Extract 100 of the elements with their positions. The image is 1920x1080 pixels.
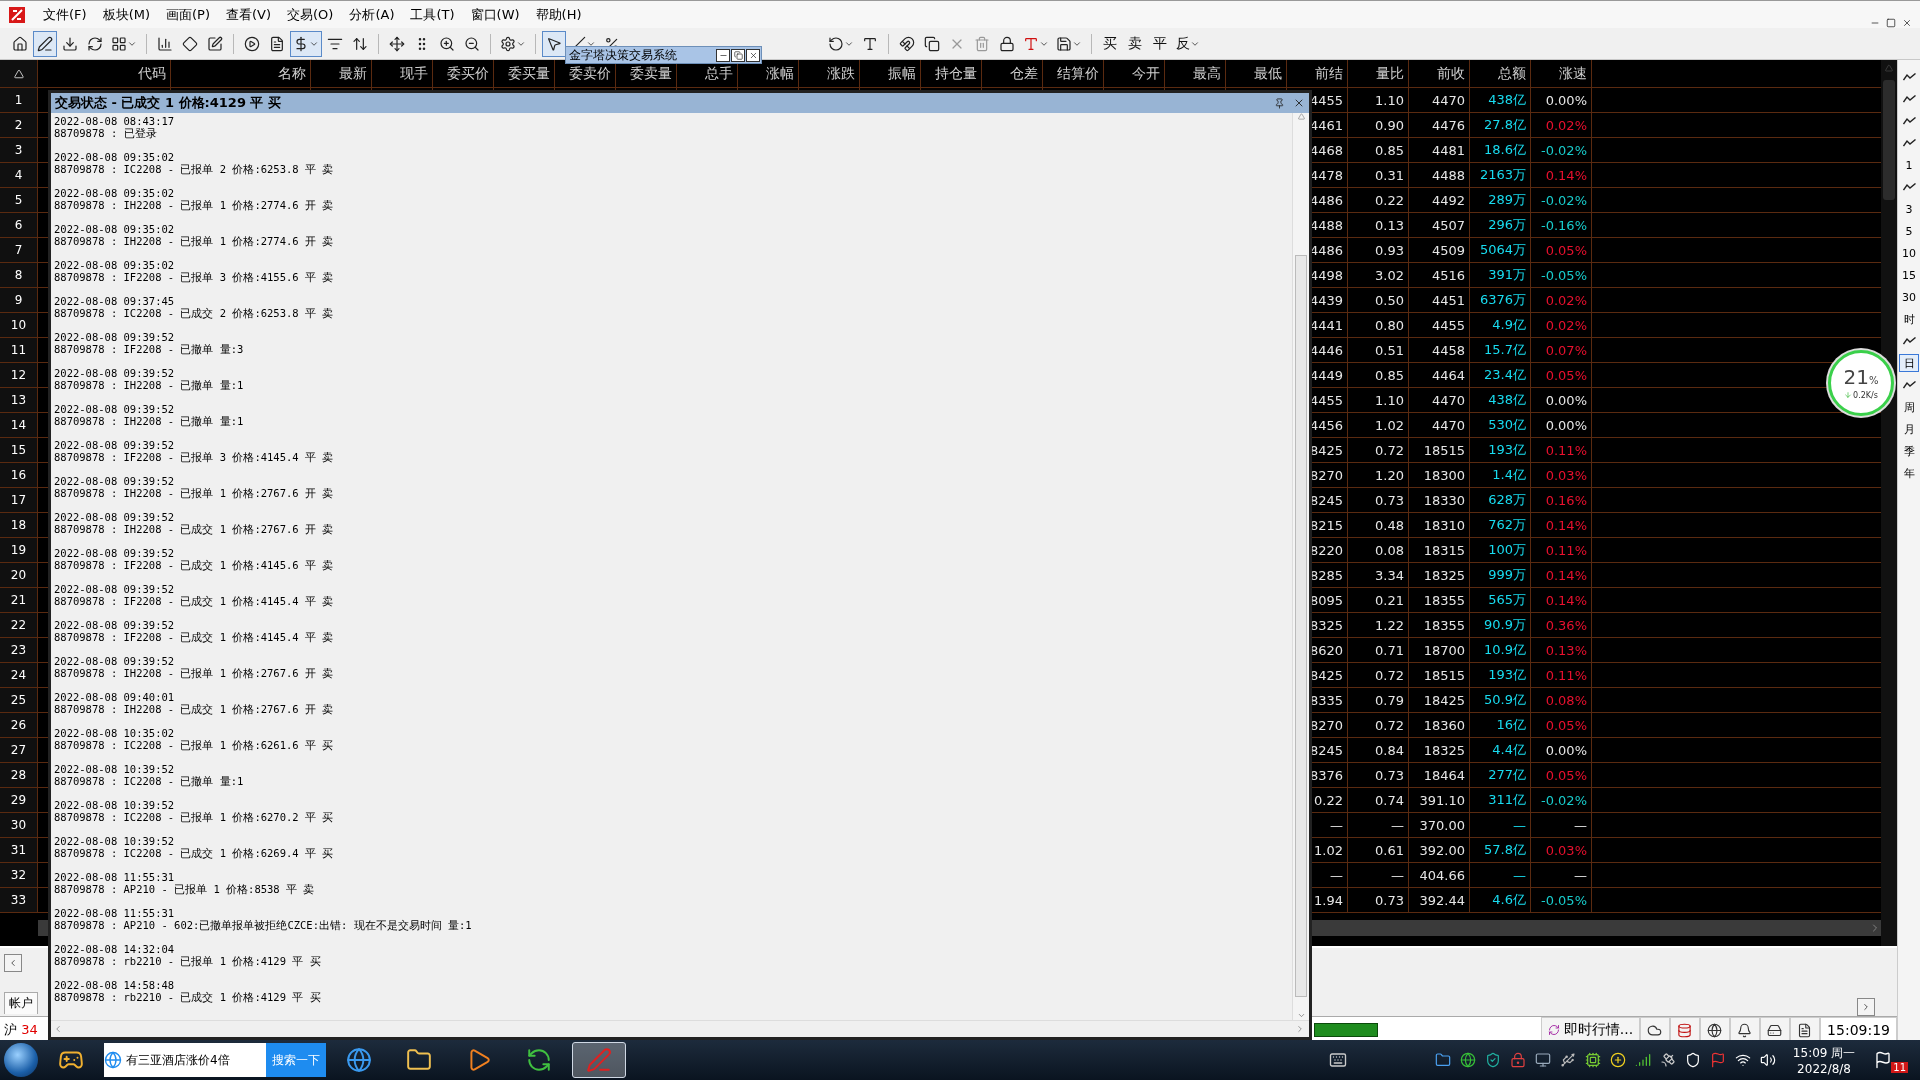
database-button[interactable]	[1670, 1017, 1701, 1043]
period-button[interactable]: 30	[1899, 288, 1919, 306]
period-button[interactable]: 季	[1899, 442, 1919, 460]
table-cell: 0.02%	[1531, 288, 1592, 312]
table-cell: 0.14%	[1531, 588, 1592, 612]
column-header[interactable]: 结算价	[1043, 60, 1104, 87]
table-cell: 296万	[1470, 213, 1531, 237]
minimize-button[interactable]	[716, 48, 730, 62]
log-time: 2022-08-08 09:39:52	[54, 439, 176, 451]
column-header[interactable]: 振幅	[860, 60, 921, 87]
document-button[interactable]	[1790, 1017, 1821, 1043]
column-header[interactable]: 代码	[38, 60, 171, 87]
bell-button[interactable]	[1730, 1017, 1761, 1043]
column-header[interactable]: 总额	[1470, 60, 1531, 87]
trade-button[interactable]: 反	[1173, 30, 1203, 57]
table-cell: 311亿	[1470, 788, 1531, 812]
drive-button[interactable]	[1760, 1017, 1791, 1043]
column-header[interactable]: 最高	[1165, 60, 1226, 87]
period-button[interactable]: 3	[1899, 200, 1919, 218]
period-button[interactable]: 日	[1899, 354, 1919, 372]
connection-bar	[1314, 1023, 1378, 1037]
trade-button[interactable]: 卖	[1123, 30, 1147, 57]
column-header[interactable]: 前收	[1409, 60, 1470, 87]
column-header[interactable]: 量比	[1348, 60, 1409, 87]
globe-button[interactable]	[1700, 1017, 1731, 1043]
table-cell: 0.00%	[1531, 388, 1592, 412]
log-message: 88709878 : IC2208 - 已成交 2 价格:6253.8 平 卖	[54, 307, 335, 319]
table-cell: -0.05%	[1531, 263, 1592, 287]
period-button[interactable]: 5	[1899, 222, 1919, 240]
period-button[interactable]: 月	[1899, 420, 1919, 438]
table-cell: -0.02%	[1531, 788, 1592, 812]
table-cell: 1.10	[1348, 388, 1409, 412]
menu-item[interactable]: 窗口(W)	[463, 3, 527, 26]
restore-button[interactable]	[731, 48, 745, 62]
account-tab[interactable]: 帐户	[4, 992, 38, 1014]
trade-button[interactable]: 平	[1148, 30, 1172, 57]
dollar-button[interactable]	[290, 30, 322, 57]
row-number: 18	[0, 513, 38, 537]
news-ticker[interactable]: 有三亚酒店涨价4倍	[122, 1051, 266, 1069]
start-button[interactable]	[4, 1043, 38, 1077]
column-header[interactable]: 名称	[171, 60, 311, 87]
scrollbar-thumb[interactable]	[1883, 80, 1895, 200]
row-number: 33	[0, 888, 38, 912]
period-button[interactable]: 时	[1899, 310, 1919, 328]
trade-button[interactable]: 买	[1098, 30, 1122, 57]
period-button[interactable]: 15	[1899, 266, 1919, 284]
log-time: 2022-08-08 09:39:52	[54, 403, 176, 415]
vertical-scrollbar[interactable]	[1881, 60, 1897, 946]
taskbar-app[interactable]	[572, 1042, 626, 1078]
period-button[interactable]: 周	[1899, 398, 1919, 416]
column-header[interactable]: 涨跌	[799, 60, 860, 87]
scrollbar-thumb[interactable]	[1295, 254, 1307, 997]
settings-icon	[500, 35, 516, 52]
table-cell: 27.8亿	[1470, 113, 1531, 137]
column-header[interactable]: 最新	[311, 60, 372, 87]
table-cell: 193亿	[1470, 663, 1531, 687]
vertical-scrollbar[interactable]	[1292, 113, 1309, 1020]
table-cell: 0.61	[1348, 838, 1409, 862]
menu-item[interactable]: 查看(V)	[219, 3, 279, 26]
table-cell: 4451	[1409, 288, 1470, 312]
column-header[interactable]: 仓差	[982, 60, 1043, 87]
table-cell: 0.73	[1348, 763, 1409, 787]
table-cell: 1.20	[1348, 463, 1409, 487]
table-cell: 0.11%	[1531, 538, 1592, 562]
bell-icon	[1737, 1022, 1753, 1038]
period-button[interactable]: 1	[1899, 156, 1919, 174]
menu-item[interactable]: 交易(O)	[280, 3, 341, 26]
column-header[interactable]: 持仓量	[921, 60, 982, 87]
column-header[interactable]: 委买量	[494, 60, 555, 87]
close-button[interactable]	[746, 48, 760, 62]
scroll-right-button[interactable]	[1857, 998, 1875, 1016]
period-button[interactable]: 10	[1899, 244, 1919, 262]
log-time: 2022-08-08 11:55:31	[54, 907, 176, 919]
column-header[interactable]: 现手	[372, 60, 433, 87]
clock-date: 2022/8/8	[1797, 1061, 1851, 1076]
menu-item[interactable]: 板块(M)	[95, 3, 157, 26]
log-message: 88709878 : IH2208 - 已报单 1 价格:2774.6 开 卖	[54, 199, 335, 211]
cursor-button[interactable]	[542, 30, 566, 57]
menu-item[interactable]: 文件(F)	[36, 3, 94, 26]
period-button[interactable]: 年	[1899, 464, 1919, 482]
menu-item[interactable]: 工具(T)	[403, 3, 462, 26]
column-header[interactable]: 最低	[1226, 60, 1287, 87]
column-header[interactable]: 今开	[1104, 60, 1165, 87]
table-cell: 4470	[1409, 413, 1470, 437]
menu-item[interactable]: 帮助(H)	[528, 3, 589, 26]
plus-icon	[1609, 1052, 1626, 1068]
pen-button[interactable]	[33, 30, 57, 57]
trading-system-dialog[interactable]: 金字塔决策交易系统	[565, 46, 762, 64]
quote-button[interactable]: 即时行情...	[1540, 1017, 1641, 1043]
signal-icon	[1634, 1052, 1651, 1068]
menu-item[interactable]: 分析(A)	[342, 3, 402, 26]
scroll-left-button[interactable]	[4, 954, 22, 972]
cloud-button[interactable]	[1640, 1017, 1671, 1043]
column-header[interactable]: 涨速	[1531, 60, 1592, 87]
table-cell: —	[1470, 813, 1531, 837]
table-cell: —	[1348, 863, 1409, 887]
menu-item[interactable]: 画面(P)	[159, 3, 217, 26]
column-header[interactable]: 委买价	[433, 60, 494, 87]
log-message: 88709878 : rb2210 - 已成交 1 价格:4129 平 买	[54, 991, 322, 1003]
column-header[interactable]: 前结	[1287, 60, 1348, 87]
